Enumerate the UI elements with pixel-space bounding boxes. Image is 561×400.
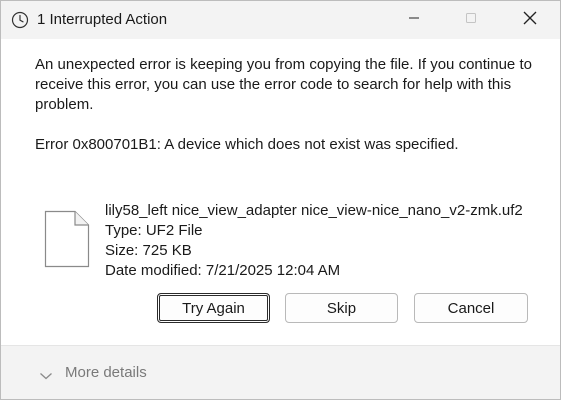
error-code: Error 0x800701B1: A device which does no…: [35, 136, 459, 153]
chevron-down-icon: [39, 368, 53, 379]
cancel-button[interactable]: Cancel: [414, 293, 528, 323]
file-name: lily58_left nice_view_adapter nice_view-…: [105, 202, 523, 219]
maximize-icon: [465, 11, 477, 29]
close-icon: [523, 11, 537, 30]
try-again-button[interactable]: Try Again: [157, 293, 270, 323]
dialog-footer: More details: [1, 345, 560, 399]
close-button[interactable]: [507, 1, 553, 39]
file-type: Type: UF2 File: [105, 222, 203, 239]
interrupted-action-dialog: 1 Interrupted Action An unexpected error…: [0, 0, 561, 400]
skip-button[interactable]: Skip: [285, 293, 398, 323]
clock-icon: [11, 11, 29, 29]
file-icon: [44, 210, 90, 268]
window-title: 1 Interrupted Action: [37, 11, 168, 28]
error-message: An unexpected error is keeping you from …: [35, 56, 532, 113]
file-details: lily58_left nice_view_adapter nice_view-…: [105, 201, 523, 281]
file-size: Size: 725 KB: [105, 242, 192, 259]
dialog-content: An unexpected error is keeping you from …: [1, 39, 560, 345]
minimize-button[interactable]: [391, 1, 437, 39]
more-details-toggle[interactable]: More details: [39, 364, 147, 381]
maximize-button: [448, 1, 494, 39]
minimize-icon: [408, 11, 420, 29]
more-details-label: More details: [65, 364, 147, 381]
title-bar[interactable]: 1 Interrupted Action: [1, 1, 560, 39]
file-date-modified: Date modified: 7/21/2025 12:04 AM: [105, 262, 341, 279]
